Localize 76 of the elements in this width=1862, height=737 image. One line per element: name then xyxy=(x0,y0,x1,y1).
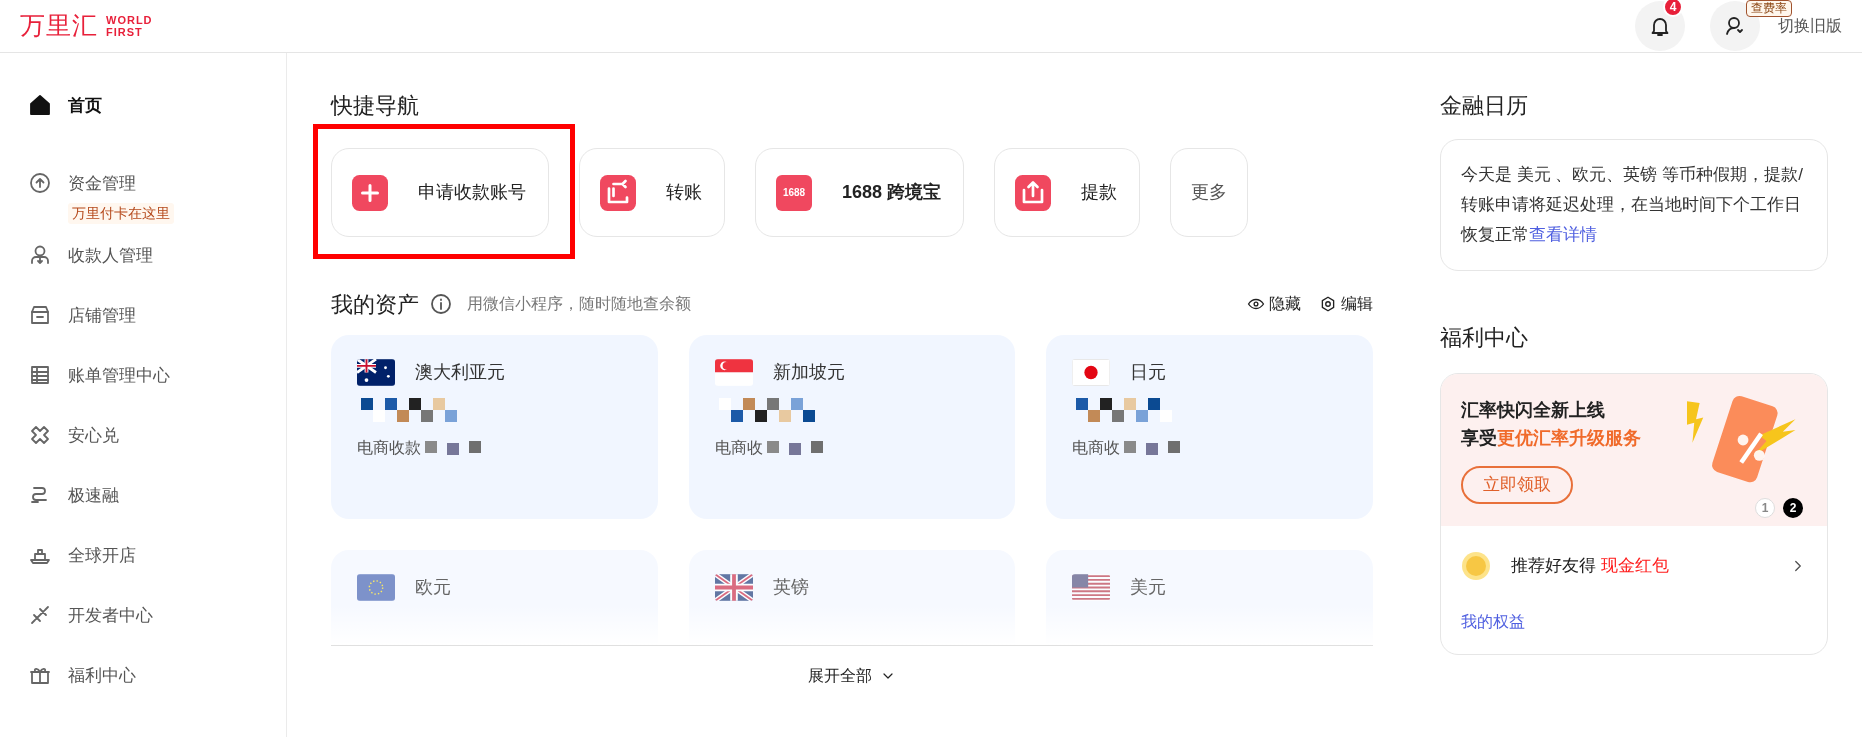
sidebar-item[interactable]: 极速融 xyxy=(28,483,286,543)
sidebar-item[interactable]: 福利中心 xyxy=(28,663,286,723)
calendar-notice: 今天是 美元 、欧元、英镑 等币种假期，提款/转账申请将延迟处理，在当地时间下个工作日恢复正常查看详情 xyxy=(1461,164,1804,246)
hint-text: 用微信小程序，随时随地查余额 xyxy=(467,294,691,314)
quick-nav-button[interactable]: 提款 xyxy=(994,148,1141,237)
sidebar-item[interactable]: 账单管理中心 xyxy=(28,363,286,423)
shop-icon xyxy=(28,303,52,327)
sidebar-item[interactable]: 资金管理 万里付卡在这里 xyxy=(28,153,286,243)
sidebar-item[interactable]: 全球开店 xyxy=(28,543,286,603)
notification-badge: 4 xyxy=(1663,0,1683,17)
upload-circle-icon xyxy=(28,171,52,195)
sidebar-item[interactable]: 店铺管理 xyxy=(28,303,286,363)
sidebar-label: 安心兑 xyxy=(68,425,119,447)
sidebar-label: 极速融 xyxy=(68,485,119,507)
flag-icon xyxy=(1072,574,1111,601)
quick-nav-button[interactable]: 转账 xyxy=(579,148,725,237)
info-icon[interactable] xyxy=(429,292,453,316)
currency-name: 美元 xyxy=(1130,576,1167,599)
sidebar-label: 福利中心 xyxy=(68,665,136,687)
flag-icon xyxy=(714,574,753,601)
page-indicator[interactable]: 2 xyxy=(1783,498,1803,518)
section-title: 福利中心 xyxy=(1440,324,1529,352)
currency-name: 日元 xyxy=(1130,361,1167,384)
income-label: 电商收 xyxy=(714,438,763,458)
sidebar-label: 首页 xyxy=(68,95,102,117)
sidebar-label: 收款人管理 xyxy=(68,245,153,267)
hide-button[interactable]: 隐藏 xyxy=(1247,292,1301,316)
settings-icon xyxy=(1319,295,1337,313)
sidebar-tag: 万里付卡在这里 xyxy=(68,202,174,224)
sidebar-label: 店铺管理 xyxy=(68,305,136,327)
rate-tag: 查费率 xyxy=(1746,0,1792,17)
transfer-icon xyxy=(600,174,636,211)
income-label: 电商收 xyxy=(1072,438,1121,458)
my-benefits-link[interactable]: 我的权益 xyxy=(1441,606,1827,654)
promo-subtitle: 享受更优汇率升级服务 xyxy=(1461,427,1642,450)
notification-button[interactable]: 4 xyxy=(1635,1,1685,51)
sidebar-item[interactable]: 首页 xyxy=(28,93,286,153)
flag-icon xyxy=(357,359,395,386)
flag-icon xyxy=(357,574,395,601)
referral-text: 推荐好友得 现金红包 xyxy=(1511,555,1669,578)
currency-name: 新加坡元 xyxy=(772,361,845,384)
sidebar-label: 开发者中心 xyxy=(68,605,153,627)
brand-icon: 1688 xyxy=(776,174,812,211)
logo-subtext: FIRST xyxy=(106,26,144,38)
currency-name: 英镑 xyxy=(772,576,809,599)
currency-name: 澳大利亚元 xyxy=(415,361,505,384)
quick-nav-button[interactable]: 1688 1688 跨境宝 xyxy=(755,148,965,237)
flag-icon xyxy=(714,359,753,386)
sidebar-item[interactable]: 开发者中心 xyxy=(28,603,286,663)
logo-subtext: WORLD xyxy=(106,14,153,26)
table-icon xyxy=(28,363,52,387)
sidebar-label: 全球开店 xyxy=(68,545,136,567)
promo-title: 汇率快闪全新上线 xyxy=(1461,399,1606,422)
currency-name: 欧元 xyxy=(415,576,451,599)
section-title: 金融日历 xyxy=(1440,92,1529,120)
income-label: 电商收款 xyxy=(357,438,421,458)
expand-all-button[interactable]: 展开全部 xyxy=(808,664,896,688)
logo-text: 万里汇 xyxy=(20,10,98,42)
plus-icon xyxy=(352,174,388,211)
sidebar-item[interactable]: 安心兑 xyxy=(28,423,286,483)
section-title: 快捷导航 xyxy=(331,92,420,120)
flag-icon xyxy=(1072,359,1111,386)
upload-icon xyxy=(1015,174,1052,211)
sidebar-label: 资金管理 xyxy=(68,173,136,195)
section-title: 我的资产 xyxy=(331,290,419,319)
quick-nav-button[interactable]: 申请收款账号 xyxy=(331,148,549,237)
person-icon xyxy=(28,243,52,267)
quick-nav-button[interactable]: 更多 xyxy=(1170,148,1249,237)
page-indicator[interactable]: 1 xyxy=(1755,498,1775,518)
edit-button[interactable]: 编辑 xyxy=(1319,292,1373,316)
sidebar-item[interactable]: 收款人管理 xyxy=(28,243,286,303)
switch-version-link[interactable]: 切换旧版 xyxy=(1778,14,1842,38)
home-icon xyxy=(28,93,52,117)
details-link[interactable]: 查看详情 xyxy=(1529,225,1597,244)
sidebar-label: 账单管理中心 xyxy=(68,365,170,387)
coin-icon xyxy=(1461,551,1491,581)
